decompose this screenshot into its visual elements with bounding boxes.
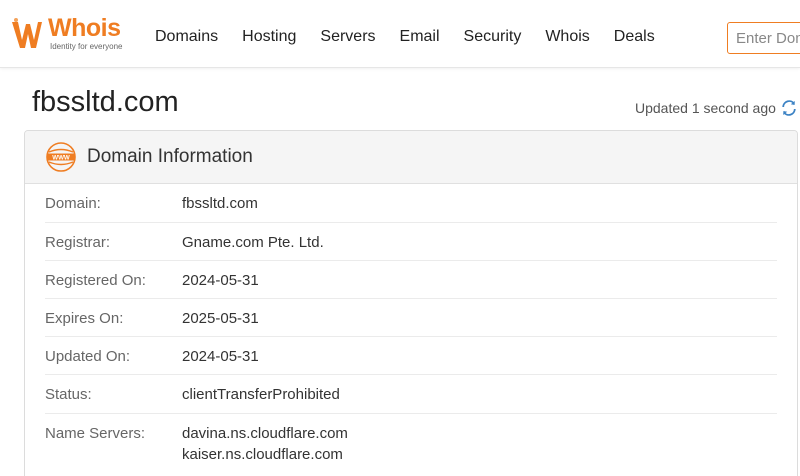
nav-item-domains[interactable]: Domains xyxy=(155,27,218,47)
name-server: davina.ns.cloudflare.com xyxy=(182,425,348,442)
www-globe-icon: WWW xyxy=(46,142,76,172)
domain-search-input[interactable] xyxy=(727,22,800,54)
logo-mark-icon xyxy=(12,18,42,48)
table-row: Status: clientTransferProhibited xyxy=(45,375,777,414)
row-value: 2024-05-31 xyxy=(182,348,259,365)
site-header: Whois Identity for everyone Domains Host… xyxy=(0,0,800,68)
table-row: Registrar: Gname.com Pte. Ltd. xyxy=(45,223,777,261)
row-label: Registered On: xyxy=(45,272,146,289)
row-value: 2024-05-31 xyxy=(182,272,259,289)
table-row: Registered On: 2024-05-31 xyxy=(45,261,777,299)
row-label: Domain: xyxy=(45,195,101,212)
table-row: Domain: fbssltd.com xyxy=(45,184,777,223)
row-label: Expires On: xyxy=(45,310,124,327)
updated-status: Updated 1 second ago xyxy=(635,100,797,116)
svg-text:WWW: WWW xyxy=(52,154,70,161)
nav-item-hosting[interactable]: Hosting xyxy=(242,27,296,47)
nav-item-deals[interactable]: Deals xyxy=(614,27,655,47)
table-row: Name Servers: davina.ns.cloudflare.com k… xyxy=(45,414,777,474)
row-label: Registrar: xyxy=(45,234,111,251)
row-label: Updated On: xyxy=(45,348,131,365)
name-server: kaiser.ns.cloudflare.com xyxy=(182,446,343,463)
nav-item-email[interactable]: Email xyxy=(400,27,440,47)
row-label: Status: xyxy=(45,386,92,403)
row-value: Gname.com Pte. Ltd. xyxy=(182,234,324,251)
domain-info-table: Domain: fbssltd.com Registrar: Gname.com… xyxy=(25,184,797,474)
main-nav: Domains Hosting Servers Email Security W… xyxy=(155,27,679,47)
nav-item-whois[interactable]: Whois xyxy=(545,27,589,47)
site-logo[interactable]: Whois Identity for everyone xyxy=(8,14,138,56)
logo-wordmark: Whois xyxy=(48,14,121,42)
table-row: Updated On: 2024-05-31 xyxy=(45,337,777,375)
updated-text: Updated 1 second ago xyxy=(635,100,776,116)
page-title: fbssltd.com xyxy=(32,86,179,118)
card-title: Domain Information xyxy=(87,146,253,167)
card-header: WWW Domain Information xyxy=(25,131,797,184)
nav-item-servers[interactable]: Servers xyxy=(320,27,375,47)
name-server-list: davina.ns.cloudflare.com kaiser.ns.cloud… xyxy=(182,423,348,474)
row-label: Name Servers: xyxy=(45,425,146,442)
table-row: Expires On: 2025-05-31 xyxy=(45,299,777,337)
refresh-icon[interactable] xyxy=(781,100,797,116)
nav-item-security[interactable]: Security xyxy=(464,27,522,47)
logo-tagline: Identity for everyone xyxy=(50,42,123,51)
row-value: clientTransferProhibited xyxy=(182,386,340,403)
row-value: 2025-05-31 xyxy=(182,310,259,327)
domain-information-card: WWW Domain Information Domain: fbssltd.c… xyxy=(24,130,798,476)
row-value: fbssltd.com xyxy=(182,195,258,212)
